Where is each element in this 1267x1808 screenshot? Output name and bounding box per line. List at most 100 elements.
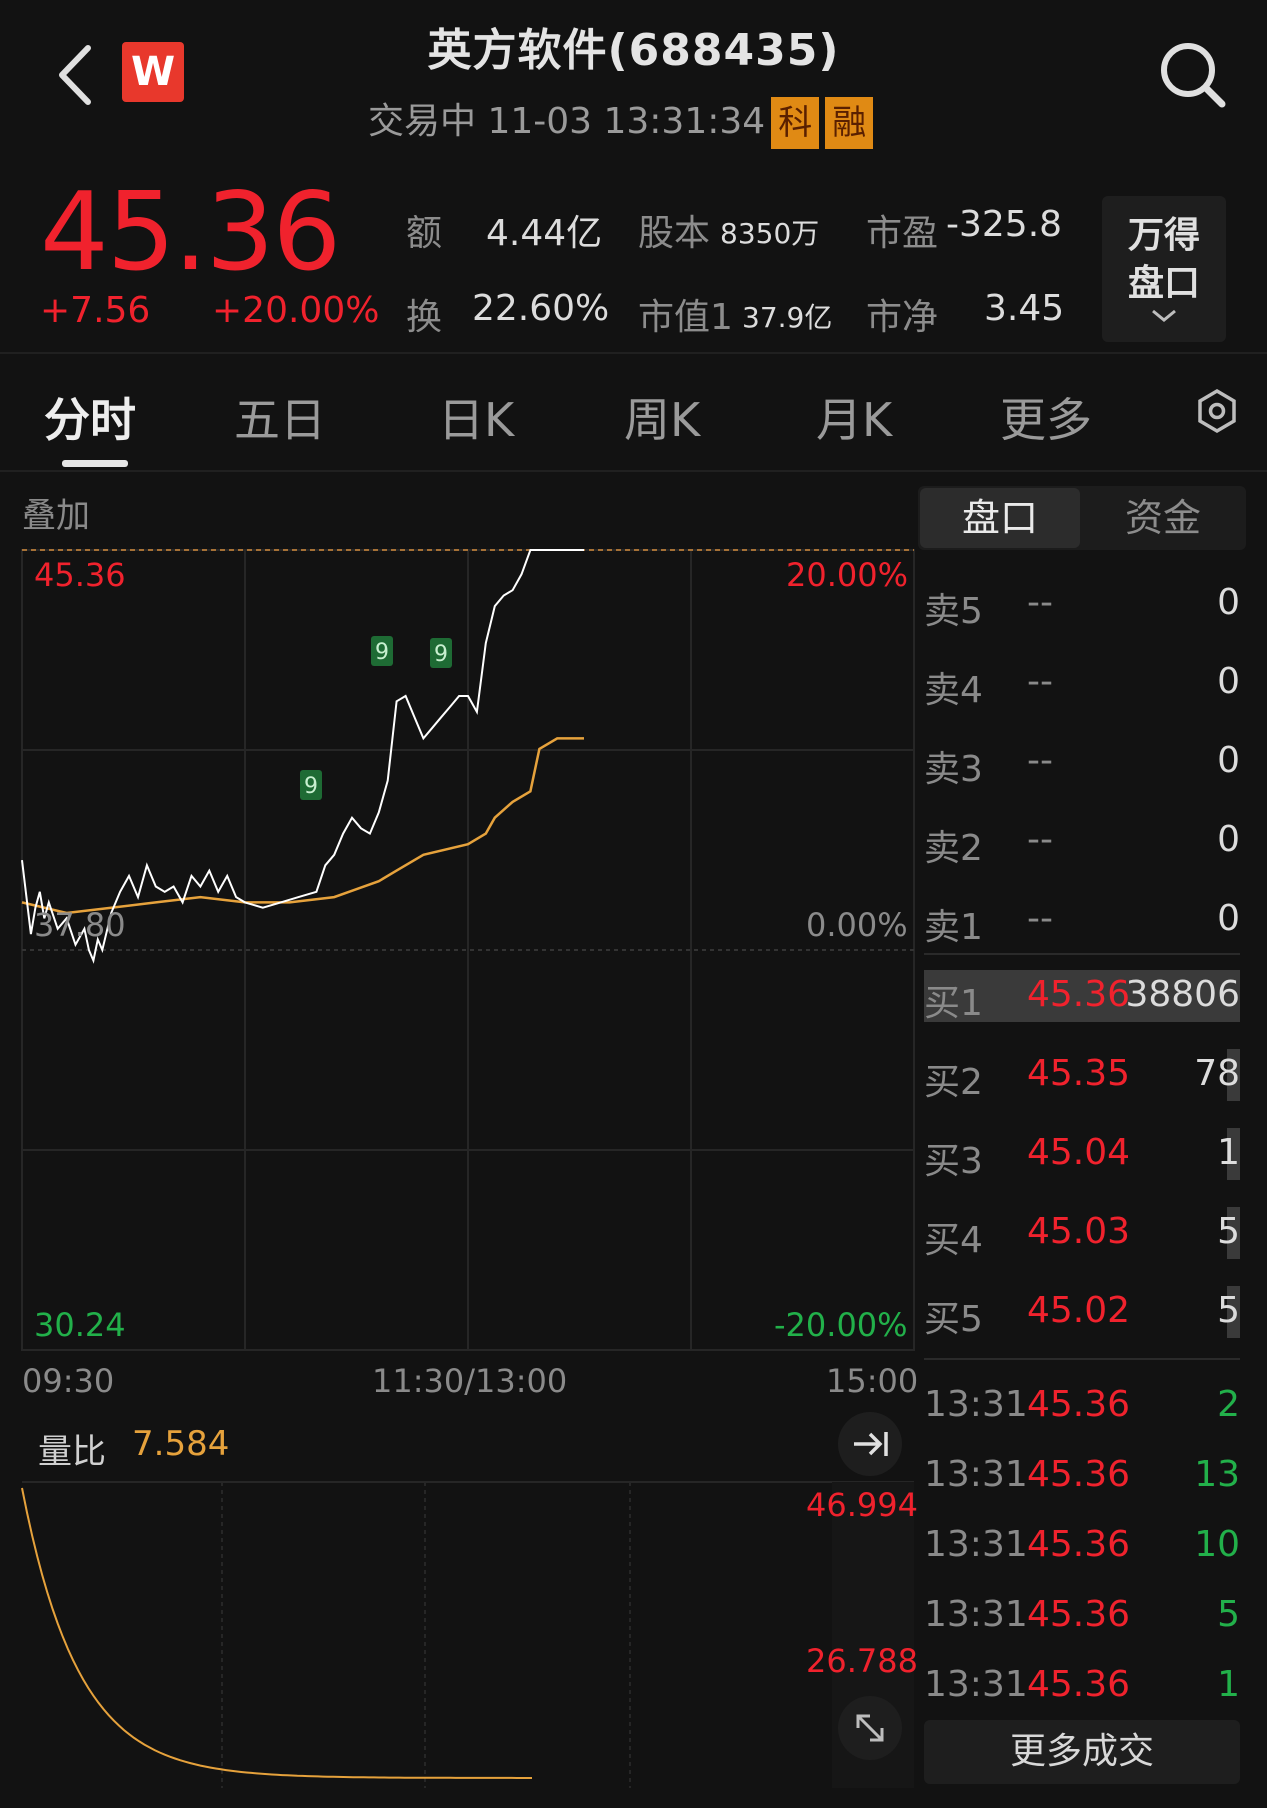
trade-row: 13:31 45.36 2: [924, 1380, 1240, 1440]
signal-marker: 9: [371, 636, 393, 666]
volume-ratio-value: 7.584: [132, 1424, 230, 1464]
divider: [0, 470, 1267, 472]
tag-margin: 融: [825, 97, 874, 149]
stat-value-amount: 4.44亿: [486, 213, 603, 254]
ask-row: 卖3 -- 0: [924, 732, 1240, 792]
wande-label: 万得: [1127, 215, 1200, 256]
bid-price: 45.36: [1027, 974, 1131, 1015]
stat-label-pb: 市净: [866, 297, 939, 338]
bid-price: 45.03: [1027, 1211, 1131, 1252]
wande-pankou-button[interactable]: 万得 盘口: [1102, 196, 1226, 342]
search-icon[interactable]: [1158, 40, 1228, 110]
bid-row: 买1 45.36 38806: [924, 966, 1240, 1026]
chart-grid: [21, 549, 915, 1351]
stat-value-mktcap: 37.9亿: [742, 301, 833, 334]
pct-high-label: 20.00%: [786, 556, 909, 594]
bid-price: 45.02: [1027, 1290, 1131, 1331]
tab-more[interactable]: 更多: [1000, 384, 1092, 450]
arrow-right-bar-icon: [854, 1432, 888, 1456]
pankou-label: 盘口: [1127, 263, 1200, 304]
trade-price: 45.36: [1027, 1594, 1131, 1635]
bid-label: 买2: [924, 1062, 983, 1103]
ask-price: --: [1027, 661, 1053, 702]
divider: [924, 1358, 1240, 1360]
bid-row: 买4 45.03 5: [924, 1203, 1240, 1263]
ask-volume: 0: [1217, 819, 1240, 860]
price-change: +7.56: [40, 290, 151, 331]
ask-volume: 0: [1217, 582, 1240, 623]
ask-volume: 0: [1217, 661, 1240, 702]
divider: [0, 352, 1267, 354]
tab-five-day[interactable]: 五日: [234, 384, 326, 450]
average-price-line: [21, 737, 584, 915]
marker-label: 9: [434, 642, 448, 667]
last-price: 45.36: [40, 170, 341, 295]
bid-volume: 1: [1217, 1132, 1240, 1173]
tab-weekly-k[interactable]: 周K: [624, 384, 700, 450]
bid-price: 45.35: [1027, 1053, 1131, 1094]
stat-label-amount: 额: [406, 213, 443, 254]
trade-row: 13:31 45.36 5: [924, 1590, 1240, 1650]
more-trades-button[interactable]: 更多成交: [924, 1720, 1240, 1784]
trade-volume: 2: [1217, 1384, 1240, 1425]
signal-marker: 9: [300, 770, 322, 800]
ask-row: 卖2 -- 0: [924, 811, 1240, 871]
signal-marker: 9: [430, 638, 452, 668]
bid-price: 45.04: [1027, 1132, 1131, 1173]
bid-row: 买5 45.02 5: [924, 1282, 1240, 1342]
stat-value-pe: -325.8: [946, 204, 1063, 245]
tab-daily-k[interactable]: 日K: [438, 384, 514, 450]
price-high-label: 45.36: [34, 556, 126, 594]
collapse-button[interactable]: [838, 1412, 902, 1476]
settings-hexagon-icon[interactable]: [1194, 388, 1240, 434]
trading-status: 交易中 11-03 13:31:34 科融: [368, 92, 874, 149]
volume-ratio-high-label: 46.994: [806, 1486, 918, 1524]
stat-label-mktcap: 市值1: [638, 297, 733, 338]
tab-underline: [62, 460, 128, 467]
trade-row: 13:31 45.36 10: [924, 1520, 1240, 1580]
trade-row: 13:31 45.36 1: [924, 1660, 1240, 1720]
ask-row: 卖5 -- 0: [924, 574, 1240, 634]
price-low-label: 30.24: [34, 1306, 126, 1344]
trade-time: 13:31: [924, 1454, 1028, 1495]
stat-label-pe: 市盈: [866, 213, 939, 254]
stat-value-turnover: 22.60%: [472, 288, 610, 329]
trade-price: 45.36: [1027, 1664, 1131, 1705]
volume-ratio-grid: [22, 1481, 914, 1788]
pct-low-label: -20.00%: [774, 1306, 908, 1344]
tab-capital[interactable]: 资金: [1080, 488, 1246, 548]
ask-label: 卖4: [924, 670, 983, 711]
stat-label-turnover: 换: [406, 297, 443, 338]
page-title: 英方软件(688435): [427, 25, 840, 76]
time-label-close: 15:00: [826, 1362, 919, 1400]
price-change-pct: +20.00%: [212, 290, 380, 331]
ask-volume: 0: [1217, 740, 1240, 781]
tab-pankou[interactable]: 盘口: [920, 488, 1080, 548]
expand-button[interactable]: [838, 1696, 902, 1760]
intraday-chart[interactable]: 9 9 9: [0, 520, 918, 1808]
ask-label: 卖3: [924, 749, 983, 790]
volume-ratio-line: [21, 1487, 532, 1779]
marker-label: 9: [375, 640, 389, 665]
trade-time: 13:31: [924, 1384, 1028, 1425]
stat-value-pb: 3.45: [984, 288, 1065, 329]
stat-value-shares: 8350万: [720, 217, 820, 250]
ask-price: --: [1027, 819, 1053, 860]
trade-volume: 10: [1194, 1524, 1240, 1565]
expand-icon: [856, 1714, 884, 1742]
chevron-down-icon: [1152, 309, 1176, 322]
divider: [924, 953, 1240, 955]
ask-label: 卖1: [924, 907, 983, 948]
trade-row: 13:31 45.36 13: [924, 1450, 1240, 1510]
bid-label: 买5: [924, 1299, 983, 1340]
price-mid-label: 37.80: [34, 906, 126, 944]
volume-ratio-mid-label: 26.788: [806, 1642, 918, 1680]
trade-volume: 13: [1194, 1454, 1240, 1495]
ask-volume: 0: [1217, 898, 1240, 939]
pct-mid-label: 0.00%: [806, 906, 908, 944]
tab-intraday[interactable]: 分时: [44, 384, 136, 450]
ask-price: --: [1027, 582, 1053, 623]
tab-monthly-k[interactable]: 月K: [816, 384, 892, 450]
trade-price: 45.36: [1027, 1524, 1131, 1565]
marker-label: 9: [304, 774, 318, 799]
